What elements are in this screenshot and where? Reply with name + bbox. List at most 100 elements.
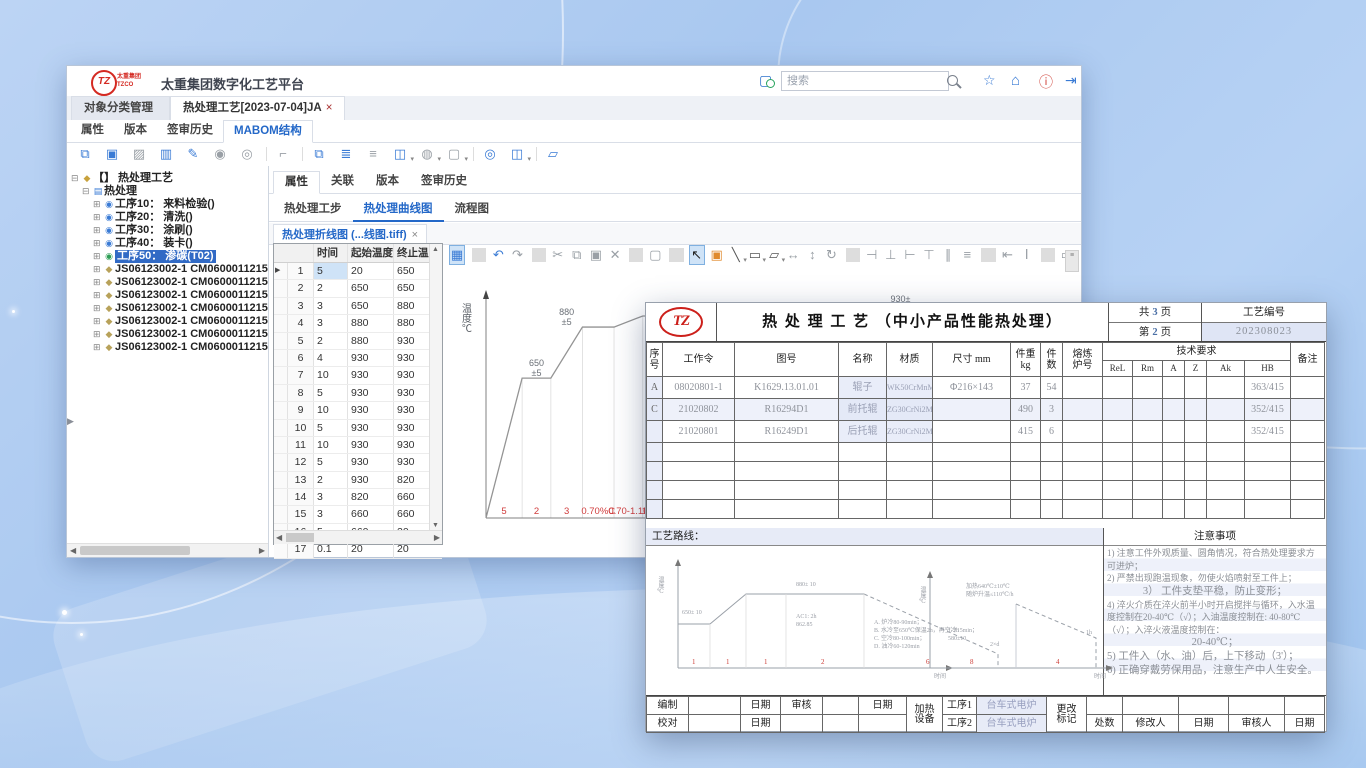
cut-icon[interactable]: ✂	[551, 246, 565, 264]
expander-icon[interactable]: ⊞	[93, 289, 103, 302]
grid-row[interactable]: 143820660	[274, 489, 442, 506]
furnace1-value[interactable]: 台车式电炉	[977, 697, 1047, 715]
tree-item[interactable]: ⊞◆JS06123002-1 CM0600011215	[67, 276, 268, 289]
tree-item[interactable]: ⊞◆JS06123002-1 CM0600011215	[67, 289, 268, 302]
tree-item[interactable]: ⊞◉工序30： 涂刷()	[67, 224, 268, 237]
nav-tab[interactable]: 版本	[114, 120, 157, 141]
separator[interactable]	[981, 248, 995, 262]
separator[interactable]	[472, 248, 486, 262]
search-icon[interactable]	[947, 75, 958, 86]
detail-tab[interactable]: 属性	[273, 171, 320, 194]
nav-tab[interactable]: 签审历史	[157, 120, 223, 141]
document-tab[interactable]: 热处理折线图 (...线图.tiff)×	[273, 224, 427, 245]
grid-row[interactable]: 105930930	[274, 420, 442, 437]
align-bottom-icon[interactable]: ⊥	[884, 246, 898, 264]
canvas-scroll-button[interactable]: ≡	[1065, 250, 1079, 272]
hierarchy-icon[interactable]: ⌐	[273, 145, 293, 163]
paste-icon[interactable]: ▣	[589, 246, 603, 264]
line-tool-icon[interactable]: ╲▾	[729, 246, 743, 264]
grid-cell[interactable]: 930	[394, 367, 430, 383]
proofread-value[interactable]	[689, 715, 741, 733]
grid-cell[interactable]: 930	[348, 402, 394, 418]
expander-icon[interactable]: ⊞	[93, 276, 103, 289]
grid-cell[interactable]: 880	[348, 315, 394, 331]
curve-tab[interactable]: 热处理工步	[273, 199, 353, 220]
favorite-star-icon[interactable]: ☆	[983, 72, 996, 89]
grid-cell[interactable]: 5	[314, 263, 348, 279]
undo-icon[interactable]: ↶	[491, 246, 505, 264]
grid-cell[interactable]: 10	[314, 367, 348, 383]
grid-cell[interactable]: 930	[348, 420, 394, 436]
grid-cell[interactable]: 930	[394, 420, 430, 436]
grid-cell[interactable]: 930	[394, 333, 430, 349]
polygon-tool-icon[interactable]: ▱▾	[767, 246, 781, 264]
database-icon[interactable]: ◫▾	[390, 145, 410, 163]
tree-hscrollbar[interactable]: ◀▶	[67, 543, 268, 557]
user-search-icon[interactable]: ◎	[237, 145, 257, 163]
separator[interactable]	[669, 248, 683, 262]
logout-icon[interactable]: ⇥	[1065, 72, 1077, 89]
grid-cell[interactable]: 820	[348, 489, 394, 505]
marquee-icon[interactable]: ▢	[648, 246, 662, 264]
grid-cell[interactable]: 660	[394, 506, 430, 522]
grid-cell[interactable]: 3	[314, 489, 348, 505]
grid-cell[interactable]: 10	[314, 437, 348, 453]
separator[interactable]	[846, 248, 860, 262]
info-icon[interactable]: ⓘ	[1039, 72, 1053, 92]
detail-tab[interactable]: 签审历史	[410, 171, 478, 192]
detail-tab[interactable]: 关联	[320, 171, 365, 192]
grid-cell[interactable]: 930	[394, 402, 430, 418]
grid-cell[interactable]: 930	[348, 454, 394, 470]
doc-list-icon[interactable]: ≡	[363, 145, 383, 163]
home-icon[interactable]: ⌂	[1011, 72, 1020, 89]
image-tool-icon[interactable]: ▣	[710, 246, 724, 264]
separator[interactable]	[629, 248, 643, 262]
grid-row[interactable]: 125930930	[274, 454, 442, 471]
align-right-icon[interactable]: ⊢	[903, 246, 917, 264]
tree-item[interactable]: ⊟▤热处理	[67, 185, 268, 198]
tree-item[interactable]: ⊟◆【】 热处理工艺	[67, 172, 268, 185]
grid-row[interactable]: 132930820	[274, 472, 442, 489]
grid-cell[interactable]: 650	[394, 280, 430, 296]
grid-cell[interactable]: 930	[394, 454, 430, 470]
grid-cell[interactable]: 930	[348, 385, 394, 401]
save-icon[interactable]: ▣	[102, 145, 122, 163]
close-tab-icon[interactable]: ×	[326, 102, 333, 114]
grid-icon[interactable]: ▦	[449, 245, 465, 265]
flip-h-icon[interactable]: ↔	[786, 246, 800, 264]
grid-row[interactable]: 64930930	[274, 350, 442, 367]
grid-cell[interactable]: 930	[348, 350, 394, 366]
distribute-h-icon[interactable]: ∥	[941, 246, 955, 264]
distribute-v-icon[interactable]: ≡	[960, 246, 974, 264]
user-icon[interactable]: ◉	[210, 145, 230, 163]
grid-cell[interactable]: 660	[394, 489, 430, 505]
grid-cell[interactable]: 4	[314, 350, 348, 366]
expander-icon[interactable]: ⊞	[93, 341, 103, 354]
grid-cell[interactable]: 930	[348, 437, 394, 453]
grid-cell[interactable]: 650	[348, 280, 394, 296]
globe-icon[interactable]: ◍▾	[417, 145, 437, 163]
rotate-icon[interactable]: ↻	[824, 246, 838, 264]
grid-row[interactable]: 22650650	[274, 280, 442, 297]
grid-cell[interactable]: 930	[348, 472, 394, 488]
expander-icon[interactable]: ⊞	[93, 328, 103, 341]
grid-cell[interactable]: 2	[314, 333, 348, 349]
tree-item[interactable]: ⊞◆JS06123002-1 CM0600011215	[67, 341, 268, 354]
grid-cell[interactable]: 930	[394, 350, 430, 366]
db-search-icon[interactable]: ◎	[480, 145, 500, 163]
grid-row[interactable]: 910930930	[274, 402, 442, 419]
tree-item[interactable]: ⊞◉工序50： 渗碳(T02)	[67, 250, 268, 263]
grid-cell[interactable]: 880	[394, 315, 430, 331]
tree-item[interactable]: ⊞◆JS06123002-1 CM0600011215	[67, 263, 268, 276]
grid-cell[interactable]: 660	[348, 506, 394, 522]
grid-row[interactable]: 52880930	[274, 333, 442, 350]
grid-cell[interactable]: 820	[394, 472, 430, 488]
tree-item[interactable]: ⊞◆JS06123002-1 CM0600011215	[67, 328, 268, 341]
expander-icon[interactable]: ⊞	[93, 315, 103, 328]
grid-cell[interactable]: 930	[394, 437, 430, 453]
grid-cell[interactable]: 5	[314, 454, 348, 470]
grid-cell[interactable]: 20	[348, 263, 394, 279]
grid-cell[interactable]: 650	[348, 298, 394, 314]
cursor-icon[interactable]: ↖	[689, 245, 705, 265]
expander-icon[interactable]: ⊞	[93, 237, 103, 250]
